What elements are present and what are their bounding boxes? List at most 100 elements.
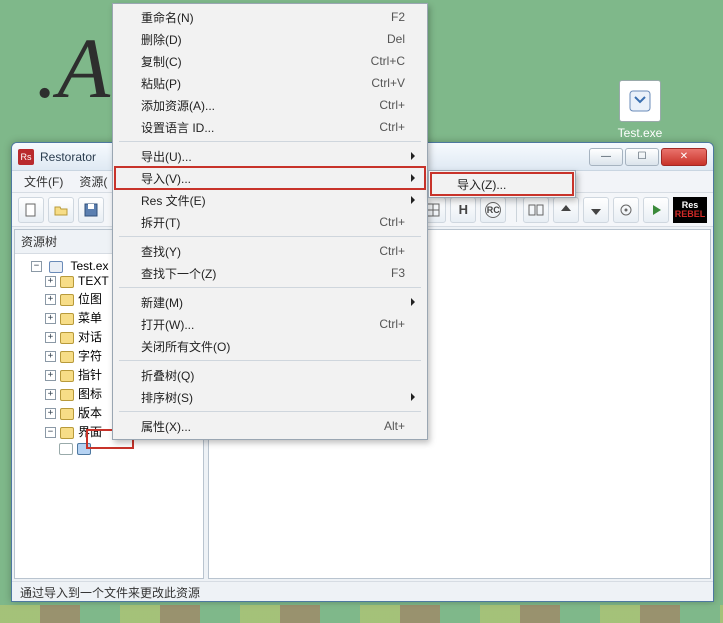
menu-item[interactable]: 重命名(N)F2 xyxy=(115,6,425,28)
menu-item-label: 导出(U)... xyxy=(141,148,405,165)
menu-item-shortcut: Ctrl+V xyxy=(371,76,405,90)
desktop-file-icon[interactable]: Test.exe xyxy=(608,80,672,140)
tree-item-label: 位图 xyxy=(78,292,102,306)
tree-item-label: TEXT xyxy=(78,274,109,288)
menu-item[interactable]: 设置语言 ID... Ctrl+ xyxy=(115,116,425,138)
menu-item-label: 导入(V)... xyxy=(141,170,405,187)
expand-icon[interactable]: + xyxy=(45,389,56,400)
expand-icon[interactable]: + xyxy=(45,408,56,419)
tree-item-label: 版本 xyxy=(78,406,102,420)
toolbar-save-icon[interactable] xyxy=(78,197,104,223)
menu-item[interactable]: 折叠树(Q) xyxy=(115,364,425,386)
res-rebel-logo: ResREBEL xyxy=(673,197,707,223)
expand-icon[interactable]: + xyxy=(45,370,56,381)
menu-item-label: 重命名(N) xyxy=(141,9,359,26)
menu-item-shortcut: Ctrl+ xyxy=(379,98,405,112)
menu-item-shortcut: Ctrl+ xyxy=(379,317,405,331)
toolbar-h-icon[interactable]: H xyxy=(450,197,476,223)
menu-item-label: 粘贴(P) xyxy=(141,75,339,92)
folder-icon xyxy=(60,389,74,401)
resource-icon xyxy=(59,443,73,455)
menu-separator xyxy=(119,360,421,361)
submenu-arrow-icon xyxy=(411,298,419,306)
menu-item[interactable]: 复制(C)Ctrl+C xyxy=(115,50,425,72)
folder-icon xyxy=(60,351,74,363)
minimize-button[interactable]: — xyxy=(589,148,623,166)
menu-item[interactable]: 拆开(T)Ctrl+ xyxy=(115,211,425,233)
menu-item-label: Res 文件(E) xyxy=(141,192,405,209)
collapse-icon[interactable]: − xyxy=(31,261,42,272)
menu-item-shortcut: Ctrl+ xyxy=(379,215,405,229)
exe-file-icon xyxy=(49,261,63,273)
toolbar-target-icon[interactable] xyxy=(613,197,639,223)
menu-item-label: 删除(D) xyxy=(141,31,355,48)
menu-item-label: 设置语言 ID... xyxy=(141,119,347,136)
menu-item-label: 查找下一个(Z) xyxy=(141,265,359,282)
menu-item-shortcut: Ctrl+ xyxy=(379,120,405,134)
expand-icon[interactable]: + xyxy=(45,276,56,287)
menu-item[interactable]: 查找下一个(Z)F3 xyxy=(115,262,425,284)
maximize-button[interactable]: ☐ xyxy=(625,148,659,166)
menu-item[interactable]: 属性(X)... Alt+ xyxy=(115,415,425,437)
toolbar-play-icon[interactable] xyxy=(643,197,669,223)
expand-icon[interactable]: + xyxy=(45,294,56,305)
menu-item[interactable]: Res 文件(E) xyxy=(115,189,425,211)
menu-item[interactable]: 打开(W)...Ctrl+ xyxy=(115,313,425,335)
tree-item-label: 对话 xyxy=(78,330,102,344)
menu-item-shortcut: Ctrl+ xyxy=(379,244,405,258)
menu-separator xyxy=(119,141,421,142)
tree-root-label: Test.ex xyxy=(70,259,108,273)
menu-item[interactable]: 添加资源(A)... Ctrl+ xyxy=(115,94,425,116)
menu-item-label: 查找(Y) xyxy=(141,243,347,260)
menu-separator xyxy=(119,236,421,237)
folder-icon xyxy=(60,294,74,306)
menu-item[interactable]: 排序树(S) xyxy=(115,386,425,408)
menu-item-shortcut: Del xyxy=(387,32,405,46)
close-button[interactable]: ✕ xyxy=(661,148,707,166)
expand-icon[interactable]: + xyxy=(45,351,56,362)
menu-item-label: 属性(X)... xyxy=(141,418,352,435)
expand-icon[interactable]: + xyxy=(45,332,56,343)
folder-icon xyxy=(60,370,74,382)
desktop-bottom-decor xyxy=(0,605,723,623)
toolbar-open-icon[interactable] xyxy=(48,197,74,223)
submenu-arrow-icon xyxy=(411,393,419,401)
folder-icon xyxy=(60,332,74,344)
menu-item[interactable]: 查找(Y) Ctrl+ xyxy=(115,240,425,262)
menu-resource[interactable]: 资源( xyxy=(71,171,115,192)
folder-icon xyxy=(60,408,74,420)
expand-icon[interactable]: + xyxy=(45,313,56,324)
toolbar-up-arrow-icon[interactable] xyxy=(553,197,579,223)
submenu-arrow-icon xyxy=(411,152,419,160)
menu-item-shortcut: Alt+ xyxy=(384,419,405,433)
toolbar-down-arrow-icon[interactable] xyxy=(583,197,609,223)
menu-item[interactable]: 导入(V)... xyxy=(115,167,425,189)
menu-item-label: 添加资源(A)... xyxy=(141,97,347,114)
expand-icon[interactable]: − xyxy=(45,427,56,438)
menu-file[interactable]: 文件(F) xyxy=(16,171,71,192)
tree-item-label: 字符 xyxy=(78,349,102,363)
menu-item-label: 新建(M) xyxy=(141,294,405,311)
toolbar-text-boxes-icon[interactable] xyxy=(523,197,549,223)
toolbar-new-icon[interactable] xyxy=(18,197,44,223)
menu-item[interactable]: 删除(D) Del xyxy=(115,28,425,50)
menu-item[interactable]: 导出(U)... xyxy=(115,145,425,167)
menu-item[interactable]: 新建(M) xyxy=(115,291,425,313)
exe-icon xyxy=(619,80,661,122)
menu-separator xyxy=(119,287,421,288)
app-icon: Rs xyxy=(18,149,34,165)
submenu-arrow-icon xyxy=(411,174,419,182)
menu-item[interactable]: 粘贴(P) Ctrl+V xyxy=(115,72,425,94)
menu-item[interactable]: 导入(Z)... xyxy=(431,173,573,195)
folder-icon xyxy=(60,276,74,288)
tree-item-label: 图标 xyxy=(78,387,102,401)
context-menu: 重命名(N)F2 删除(D) Del 复制(C)Ctrl+C 粘贴(P) Ctrl+V 添加… xyxy=(112,3,428,440)
tree-item-label: 指针 xyxy=(78,368,102,382)
menu-item-label: 关闭所有文件(O) xyxy=(141,338,405,355)
toolbar-rc-icon[interactable]: RC xyxy=(480,197,506,223)
menu-item[interactable]: 关闭所有文件(O) xyxy=(115,335,425,357)
folder-icon xyxy=(60,313,74,325)
status-text: 通过导入到一个文件来更改此资源 xyxy=(20,586,200,600)
menu-item-label: 排序树(S) xyxy=(141,389,405,406)
status-bar: 通过导入到一个文件来更改此资源 xyxy=(12,581,713,601)
